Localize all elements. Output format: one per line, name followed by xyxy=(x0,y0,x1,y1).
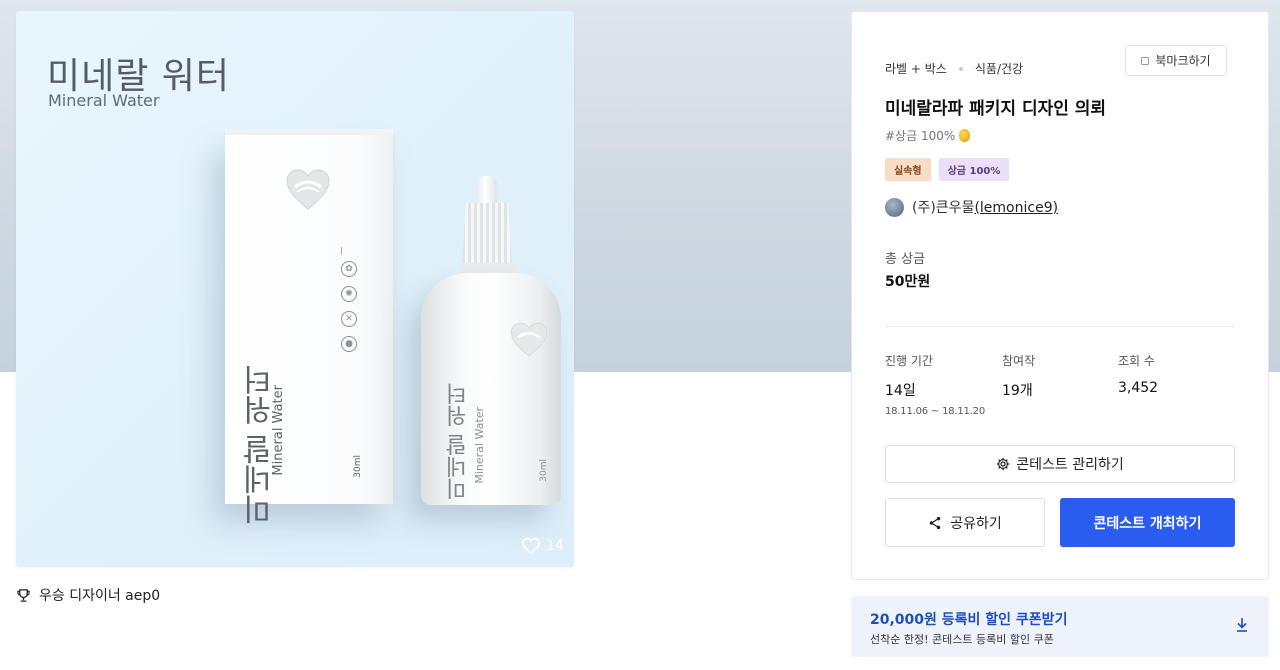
contest-title: 미네랄라파 패키지 디자인 의뢰 xyxy=(885,99,1107,119)
box-name-en: Mineral Water xyxy=(271,385,286,476)
trophy-icon xyxy=(17,588,30,602)
bottle-cap xyxy=(462,203,512,265)
divider xyxy=(885,326,1235,327)
avatar xyxy=(885,197,904,217)
manage-contest-button[interactable]: 콘테스트 관리하기 xyxy=(885,445,1235,483)
box-feature-icons: ✿ ✺ ✕ ● xyxy=(341,261,357,352)
category-item[interactable]: 라벨 + 박스 xyxy=(885,60,947,77)
feature-icon: ✺ xyxy=(341,286,357,302)
host-info: (주)큰우물(lemonice9) xyxy=(885,197,1058,217)
badge-value-type: 실속형 xyxy=(885,158,931,181)
stat-views-value: 3,452 xyxy=(1118,380,1159,396)
separator-dot xyxy=(958,66,963,71)
stat-views-label: 조회 수 xyxy=(1118,354,1155,368)
feature-icon: ✿ xyxy=(341,261,357,277)
badge-prize-rate: 상금 100% xyxy=(938,158,1010,181)
box-divider xyxy=(341,247,342,255)
host-contest-button[interactable]: 콘테스트 개최하기 xyxy=(1060,498,1235,547)
host-contest-label: 콘테스트 개최하기 xyxy=(1093,515,1202,532)
bookmark-label: 북마크하기 xyxy=(1155,54,1211,68)
stat-entries-label: 참여작 xyxy=(1002,354,1036,368)
stat-period-value: 14일 xyxy=(885,383,916,399)
bottle-name-ko: 미네랄 워터 xyxy=(446,383,471,500)
bottle-cap-tip xyxy=(477,176,497,206)
manage-contest-label: 콘테스트 관리하기 xyxy=(1016,457,1124,473)
box-heart-logo-icon xyxy=(286,169,330,210)
coupon-subtitle: 선착순 한정! 콘테스트 등록비 할인 쿠폰 xyxy=(870,633,1054,646)
bookmark-icon xyxy=(1141,56,1150,65)
box-volume: 30ml xyxy=(353,455,363,478)
winner-designer: 우승 디자이너 aep0 xyxy=(16,585,160,605)
host-name: (주)큰우물(lemonice9) xyxy=(912,197,1058,217)
bookmark-button[interactable]: 북마크하기 xyxy=(1125,45,1227,76)
winner-label: 우승 디자이너 aep0 xyxy=(39,588,161,604)
share-icon xyxy=(929,516,941,529)
stat-views: 조회 수 3,452 xyxy=(1118,352,1158,396)
coupon-title: 20,000원 등록비 할인 쿠폰받기 xyxy=(870,612,1068,628)
hashtag[interactable]: #상금 100% xyxy=(885,127,955,144)
prize-label: 총 상금 xyxy=(885,252,926,267)
prize-value: 50만원 xyxy=(885,274,931,290)
share-button[interactable]: 공유하기 xyxy=(885,498,1045,547)
feature-icon: ✕ xyxy=(341,311,357,327)
stat-period-dates: 18.11.06 ~ 18.11.20 xyxy=(885,406,985,417)
bottle-volume: 30ml xyxy=(539,459,549,482)
contest-info-panel: 라벨 + 박스 식품/건강 북마크하기 미네랄라파 패키지 디자인 의뢰 #상금… xyxy=(851,11,1269,580)
contest-badges: 실속형 상금 100% xyxy=(885,158,1010,181)
stat-entries-value: 19개 xyxy=(1002,383,1033,399)
gear-icon xyxy=(996,457,1010,471)
bottle: 미네랄 워터 Mineral Water 30ml xyxy=(421,273,561,505)
like-count: 14 xyxy=(546,538,564,554)
coupon-banner[interactable]: 20,000원 등록비 할인 쿠폰받기 선착순 한정! 콘테스트 등록비 할인 … xyxy=(851,596,1269,657)
heart-icon xyxy=(522,537,540,555)
product-image[interactable]: 미네랄 워터 Mineral Water ✿ ✺ ✕ ● 미네랄 워터 Mine… xyxy=(16,11,574,567)
like-button[interactable]: 14 xyxy=(521,537,564,555)
host-handle-link[interactable]: (lemonice9) xyxy=(974,200,1058,216)
share-label: 공유하기 xyxy=(950,515,1002,532)
stat-period: 진행 기간 14일 18.11.06 ~ 18.11.20 xyxy=(885,352,985,417)
stat-entries: 참여작 19개 xyxy=(1002,352,1035,400)
category-breadcrumb: 라벨 + 박스 식품/건강 xyxy=(885,60,1023,77)
coin-icon xyxy=(959,129,971,142)
package-box: ✿ ✺ ✕ ● 미네랄 워터 Mineral Water 30ml xyxy=(225,135,393,525)
product-subtitle: Mineral Water xyxy=(48,91,160,110)
category-item[interactable]: 식품/건강 xyxy=(975,60,1023,77)
host-name-text: (주)큰우물 xyxy=(912,200,975,216)
download-icon[interactable] xyxy=(1234,616,1250,634)
hashtag-row: #상금 100% xyxy=(885,127,971,144)
bottle-name-en: Mineral Water xyxy=(473,407,486,484)
drop-icon: ● xyxy=(341,336,357,352)
bottle-heart-logo-icon xyxy=(510,322,548,357)
stat-period-label: 진행 기간 xyxy=(885,354,933,368)
